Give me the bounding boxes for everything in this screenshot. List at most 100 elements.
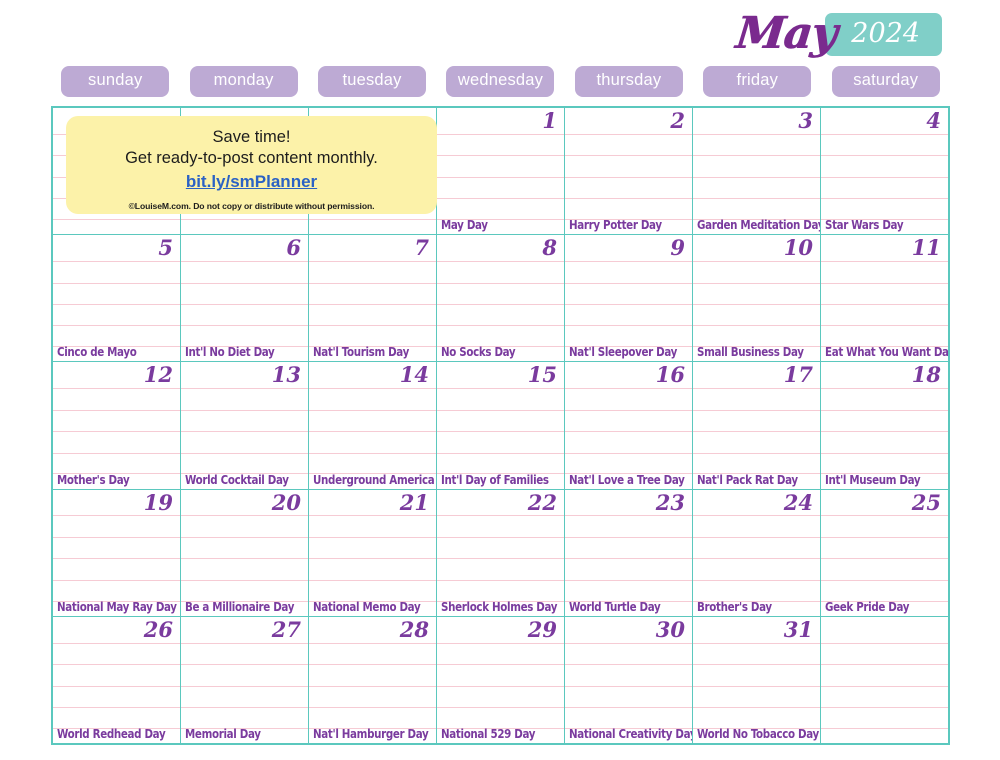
day-number: 23 (655, 489, 685, 515)
calendar-day-cell[interactable]: 21 National Memo Day (309, 489, 437, 616)
holiday-label: Memorial Day (185, 727, 261, 742)
calendar-empty-cell[interactable] (821, 617, 948, 743)
day-number: 29 (527, 616, 557, 642)
weekday-label: saturday (831, 66, 940, 97)
promo-box: Save time! Get ready-to-post content mon… (66, 116, 437, 214)
holiday-label: Int'l Museum Day (825, 472, 921, 487)
day-number: 31 (783, 616, 813, 642)
day-number: 10 (783, 235, 813, 261)
holiday-label: World No Tobacco Day (697, 727, 819, 742)
weekday-header-monday: monday (179, 66, 307, 97)
calendar-day-cell[interactable]: 2 Harry Potter Day (565, 108, 693, 235)
day-number: 28 (399, 616, 429, 642)
holiday-label: World Redhead Day (57, 727, 166, 742)
holiday-label: Star Wars Day (825, 218, 904, 233)
holiday-label: National Creativity Day (569, 727, 693, 742)
calendar-day-cell[interactable]: 24 Brother's Day (693, 489, 821, 616)
holiday-label: Harry Potter Day (569, 218, 662, 233)
calendar-day-cell[interactable]: 1 May Day (437, 108, 565, 235)
holiday-label: World Turtle Day (569, 599, 661, 614)
holiday-label: Underground America Day (313, 472, 436, 487)
calendar-day-cell[interactable]: 16 Nat'l Love a Tree Day (565, 362, 693, 489)
day-number: 12 (143, 362, 173, 388)
calendar-day-cell[interactable]: 23 World Turtle Day (565, 489, 693, 616)
year-badge: 2024 (825, 12, 942, 56)
day-number: 9 (670, 235, 685, 261)
weekday-label: thursday (574, 66, 683, 97)
calendar-day-cell[interactable]: 3 Garden Meditation Day (693, 108, 821, 235)
calendar-week-row: 12 Mother's Day 13 World Cocktail Day 14 Unde… (53, 362, 948, 490)
calendar-day-cell[interactable]: 6 Int'l No Diet Day (181, 235, 309, 362)
calendar-day-cell[interactable]: 5 Cinco de Mayo (53, 235, 181, 362)
calendar-day-cell[interactable]: 15 Int'l Day of Families (437, 362, 565, 489)
calendar-day-cell[interactable]: 14 Underground America Day (309, 362, 437, 489)
calendar-day-cell[interactable]: 29 National 529 Day (437, 616, 565, 744)
weekday-header-tuesday: tuesday (308, 66, 436, 97)
weekday-header-saturday: saturday (822, 66, 950, 97)
holiday-label: Nat'l Pack Rat Day (697, 472, 798, 487)
promo-subheadline: Get ready-to-post content monthly. (125, 149, 378, 167)
ruled-lines (821, 617, 948, 743)
calendar-day-cell[interactable]: 31 World No Tobacco Day (693, 616, 821, 744)
weekday-header-row: sunday monday tuesday wednesday thursday… (51, 66, 950, 97)
holiday-label: No Socks Day (441, 345, 516, 360)
holiday-label: World Cocktail Day (185, 472, 289, 487)
calendar-day-cell[interactable]: 17 Nat'l Pack Rat Day (693, 362, 821, 489)
calendar-day-cell[interactable]: 30 National Creativity Day (565, 616, 693, 744)
calendar-day-cell[interactable]: 26 World Redhead Day (53, 616, 181, 744)
day-number: 2 (670, 108, 685, 133)
holiday-label: Cinco de Mayo (57, 345, 137, 360)
calendar-day-cell[interactable]: 25 Geek Pride Day (821, 490, 948, 616)
calendar-day-cell[interactable]: 12 Mother's Day (53, 362, 181, 489)
weekday-header-thursday: thursday (565, 66, 693, 97)
holiday-label: Int'l No Diet Day (185, 345, 275, 360)
day-number: 4 (926, 108, 941, 133)
calendar-day-cell[interactable]: 19 National May Ray Day (53, 489, 181, 616)
day-number: 14 (399, 362, 429, 388)
weekday-label: friday (703, 66, 812, 97)
calendar-day-cell[interactable]: 8 No Socks Day (437, 235, 565, 362)
holiday-label: Geek Pride Day (825, 599, 910, 614)
calendar-day-cell[interactable]: 28 Nat'l Hamburger Day (309, 616, 437, 744)
holiday-label: National May Ray Day (57, 599, 177, 614)
calendar-day-cell[interactable]: 9 Nat'l Sleepover Day (565, 235, 693, 362)
calendar-day-cell[interactable]: 20 Be a Millionaire Day (181, 489, 309, 616)
calendar-day-cell[interactable]: 27 Memorial Day (181, 616, 309, 744)
holiday-label: Nat'l Tourism Day (313, 345, 409, 360)
day-number: 17 (783, 362, 813, 388)
day-number: 24 (783, 489, 813, 515)
weekday-header-wednesday: wednesday (436, 66, 564, 97)
holiday-label: Mother's Day (57, 472, 130, 487)
calendar-page: May 2024 sunday monday tuesday wednesday… (0, 0, 1000, 760)
holiday-label: Eat What You Want Day (825, 345, 948, 360)
holiday-label: Nat'l Sleepover Day (569, 345, 678, 360)
calendar-day-cell[interactable]: 4 Star Wars Day (821, 108, 948, 234)
calendar-day-cell[interactable]: 22 Sherlock Holmes Day (437, 489, 565, 616)
calendar-day-cell[interactable]: 18 Int'l Museum Day (821, 362, 948, 488)
weekday-label: monday (189, 66, 298, 97)
day-number: 13 (271, 362, 301, 388)
calendar-week-row: 26 World Redhead Day 27 Memorial Day 28 Nat'l… (53, 616, 948, 744)
holiday-label: Nat'l Hamburger Day (313, 727, 429, 742)
calendar-day-cell[interactable]: 11 Eat What You Want Day (821, 235, 948, 361)
day-number: 21 (399, 489, 429, 515)
promo-link[interactable]: bit.ly/smPlanner (186, 170, 317, 193)
day-number: 22 (527, 489, 557, 515)
day-number: 11 (911, 235, 941, 261)
calendar-day-cell[interactable]: 13 World Cocktail Day (181, 362, 309, 489)
holiday-label: Int'l Day of Families (441, 472, 549, 487)
holiday-label: National Memo Day (313, 599, 421, 614)
weekday-header-friday: friday (693, 66, 821, 97)
holiday-label: National 529 Day (441, 727, 536, 742)
day-number: 6 (286, 235, 301, 261)
weekday-header-sunday: sunday (51, 66, 179, 97)
day-number: 16 (655, 362, 685, 388)
calendar-day-cell[interactable]: 10 Small Business Day (693, 235, 821, 362)
day-number: 7 (414, 235, 429, 261)
month-title: May (732, 8, 839, 59)
day-number: 3 (798, 108, 813, 133)
calendar-day-cell[interactable]: 7 Nat'l Tourism Day (309, 235, 437, 362)
weekday-label: tuesday (318, 66, 427, 97)
holiday-label: Nat'l Love a Tree Day (569, 472, 685, 487)
holiday-label: Be a Millionaire Day (185, 599, 295, 614)
